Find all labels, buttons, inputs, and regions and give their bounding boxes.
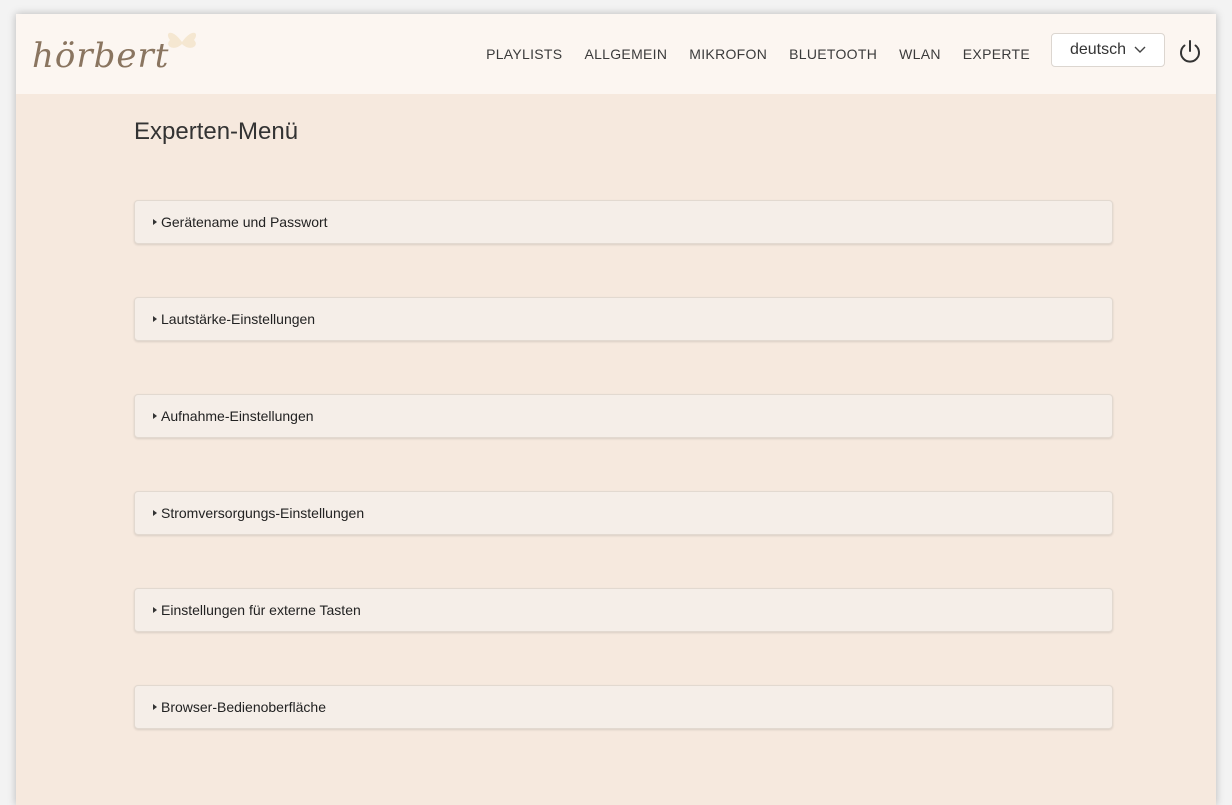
hoerbert-logo[interactable]: hörbert [32,26,212,82]
page-title: Experten-Menü [134,118,299,145]
nav-links: PLAYLISTS ALLGEMEIN MIKROFON BLUETOOTH W… [464,14,1030,94]
section-externe-tasten[interactable]: Einstellungen für externe Tasten [134,588,1113,632]
top-navbar: hörbert PLAYLISTS ALLGEMEIN MIKROFON BLU… [16,14,1216,94]
section-label: Lautstärke-Einstellungen [161,311,316,327]
section-browser-oberflaeche[interactable]: Browser-Bedienoberfläche [134,685,1113,729]
section-label: Stromversorgungs-Einstellungen [161,505,365,521]
caret-right-icon [153,413,157,419]
nav-playlists[interactable]: PLAYLISTS [486,46,562,62]
section-label: Aufnahme-Einstellungen [161,408,314,424]
section-aufnahme[interactable]: Aufnahme-Einstellungen [134,394,1113,438]
settings-sections: Gerätename und Passwort Lautstärke-Einst… [134,200,1113,782]
logo-text: hörbert [32,36,170,76]
caret-right-icon [153,316,157,322]
nav-experte[interactable]: EXPERTE [963,46,1030,62]
section-label: Browser-Bedienoberfläche [161,699,326,715]
language-select[interactable]: deutsch [1051,33,1165,67]
nav-bluetooth[interactable]: BLUETOOTH [789,46,877,62]
nav-allgemein[interactable]: ALLGEMEIN [584,46,667,62]
caret-right-icon [153,607,157,613]
language-value: deutsch [1069,41,1127,58]
caret-right-icon [153,510,157,516]
app-window: hörbert PLAYLISTS ALLGEMEIN MIKROFON BLU… [16,14,1216,805]
nav-wlan[interactable]: WLAN [899,46,941,62]
nav-mikrofon[interactable]: MIKROFON [689,46,767,62]
section-lautstaerke[interactable]: Lautstärke-Einstellungen [134,297,1113,341]
caret-right-icon [153,219,157,225]
section-geraetename-passwort[interactable]: Gerätename und Passwort [134,200,1113,244]
caret-right-icon [153,704,157,710]
power-icon[interactable] [1176,38,1204,66]
section-label: Einstellungen für externe Tasten [161,602,361,618]
section-stromversorgung[interactable]: Stromversorgungs-Einstellungen [134,491,1113,535]
section-label: Gerätename und Passwort [161,214,328,230]
chevron-down-icon [1134,46,1146,53]
